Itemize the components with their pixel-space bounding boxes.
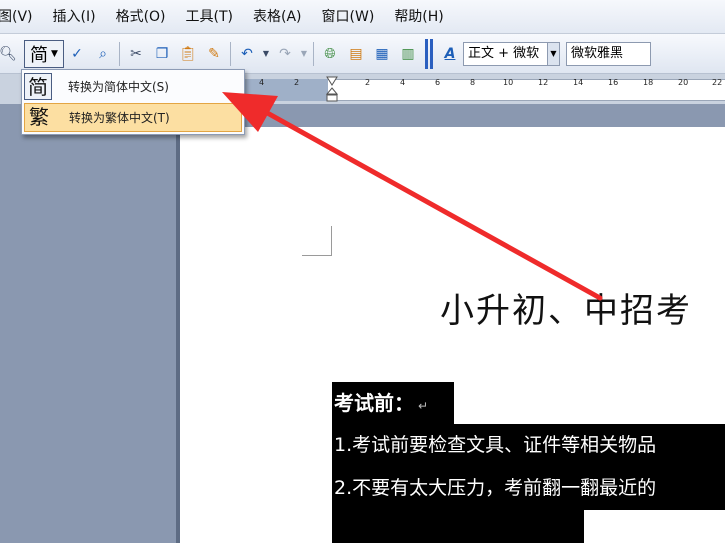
chevron-down-icon: ▼ [51, 48, 58, 59]
menu-tools[interactable]: 工具(T) [176, 0, 243, 34]
ruler-number: 16 [608, 78, 619, 87]
convert-glyph: 简 [30, 44, 49, 66]
ruler-number: 2 [365, 78, 371, 87]
indent-marker-icon[interactable] [326, 76, 338, 102]
ruler-number: 18 [643, 78, 654, 87]
redo-icon[interactable]: ↷ [274, 41, 296, 67]
menu-item-convert-simplified[interactable]: 简 转换为简体中文(S) [24, 72, 242, 101]
toolbar-separator [230, 41, 231, 66]
ruler-number: 8 [470, 78, 476, 87]
research-icon[interactable]: ⌕ [92, 41, 114, 67]
ruler-number: 20 [678, 78, 689, 87]
toolbar-grip[interactable] [425, 38, 433, 69]
paragraph-mark: ↵ [418, 399, 429, 413]
standard-toolbar: 🔍︎ 简 ▼ ✓ ⌕ ✂ ❐ 📋︎ ✎ ↶ ▼ ↷ ▼ 🌐︎ ▤ ▦ ▥ A 正… [0, 34, 725, 74]
margin-corner-mark [302, 226, 332, 256]
toolbar-separator [313, 41, 314, 66]
toolbar-separator [119, 41, 120, 66]
ruler-number: 22 [712, 78, 723, 87]
chinese-conversion-button[interactable]: 简 ▼ [24, 39, 64, 68]
style-dropdown-icon[interactable]: ▼ [548, 41, 560, 66]
menu-format[interactable]: 格式(O) [106, 0, 176, 34]
hyperlink-icon[interactable]: 🌐︎ [319, 41, 341, 67]
menu-window[interactable]: 窗口(W) [312, 0, 385, 34]
font-select[interactable]: 微软雅黑 [566, 41, 651, 66]
undo-dropdown-icon[interactable]: ▼ [262, 41, 270, 67]
selected-line[interactable]: 2.不要有太大压力，考前翻一翻最近的 [332, 466, 725, 510]
redo-dropdown-icon[interactable]: ▼ [300, 41, 308, 67]
traditional-icon: 繁 [29, 105, 49, 129]
simplified-icon: 简 [24, 73, 52, 100]
menu-view[interactable]: 图(V) [0, 0, 43, 34]
ruler-number: 2 [294, 78, 300, 87]
menu-help[interactable]: 帮助(H) [384, 0, 453, 34]
style-select[interactable]: 正文 + 微软 [463, 41, 548, 66]
copy-icon[interactable]: ❐ [151, 41, 173, 67]
menu-bar: 图(V) 插入(I) 格式(O) 工具(T) 表格(A) 窗口(W) 帮助(H) [0, 0, 725, 34]
menu-item-convert-traditional[interactable]: 繁 转换为繁体中文(T) [24, 103, 242, 132]
document-title[interactable]: 小升初、中招考 [440, 283, 692, 332]
section-heading-text: 考试前： [334, 391, 414, 415]
paste-icon[interactable]: 📋︎ [177, 41, 199, 67]
ruler-number: 6 [435, 78, 441, 87]
cut-icon[interactable]: ✂ [125, 41, 147, 67]
styles-formatting-icon[interactable]: A [439, 41, 461, 67]
print-preview-icon[interactable]: 🔍︎ [0, 41, 17, 67]
selected-line[interactable] [332, 510, 584, 543]
menu-item-label: 转换为繁体中文(T) [69, 111, 170, 125]
menu-insert[interactable]: 插入(I) [43, 0, 106, 34]
insert-excel-icon[interactable]: ▥ [397, 41, 419, 67]
menu-table[interactable]: 表格(A) [243, 0, 312, 34]
spelling-icon[interactable]: ✓ [66, 41, 88, 67]
ruler-number: 12 [538, 78, 549, 87]
ruler-number: 10 [503, 78, 514, 87]
ruler-number: 14 [573, 78, 584, 87]
selected-heading[interactable]: 考试前： ↵ [332, 382, 454, 424]
font-style-glyph: A [444, 45, 456, 62]
insert-table-icon[interactable]: ▦ [371, 41, 393, 67]
menu-item-label: 转换为简体中文(S) [68, 80, 169, 94]
ruler-number: 4 [259, 78, 265, 87]
format-painter-icon[interactable]: ✎ [203, 41, 225, 67]
chinese-conversion-menu: 简 转换为简体中文(S) 繁 转换为繁体中文(T) [21, 69, 245, 135]
selected-line[interactable]: 1.考试前要检查文具、证件等相关物品 [332, 424, 725, 466]
undo-icon[interactable]: ↶ [236, 41, 258, 67]
ruler-number: 4 [400, 78, 406, 87]
tables-borders-icon[interactable]: ▤ [345, 41, 367, 67]
